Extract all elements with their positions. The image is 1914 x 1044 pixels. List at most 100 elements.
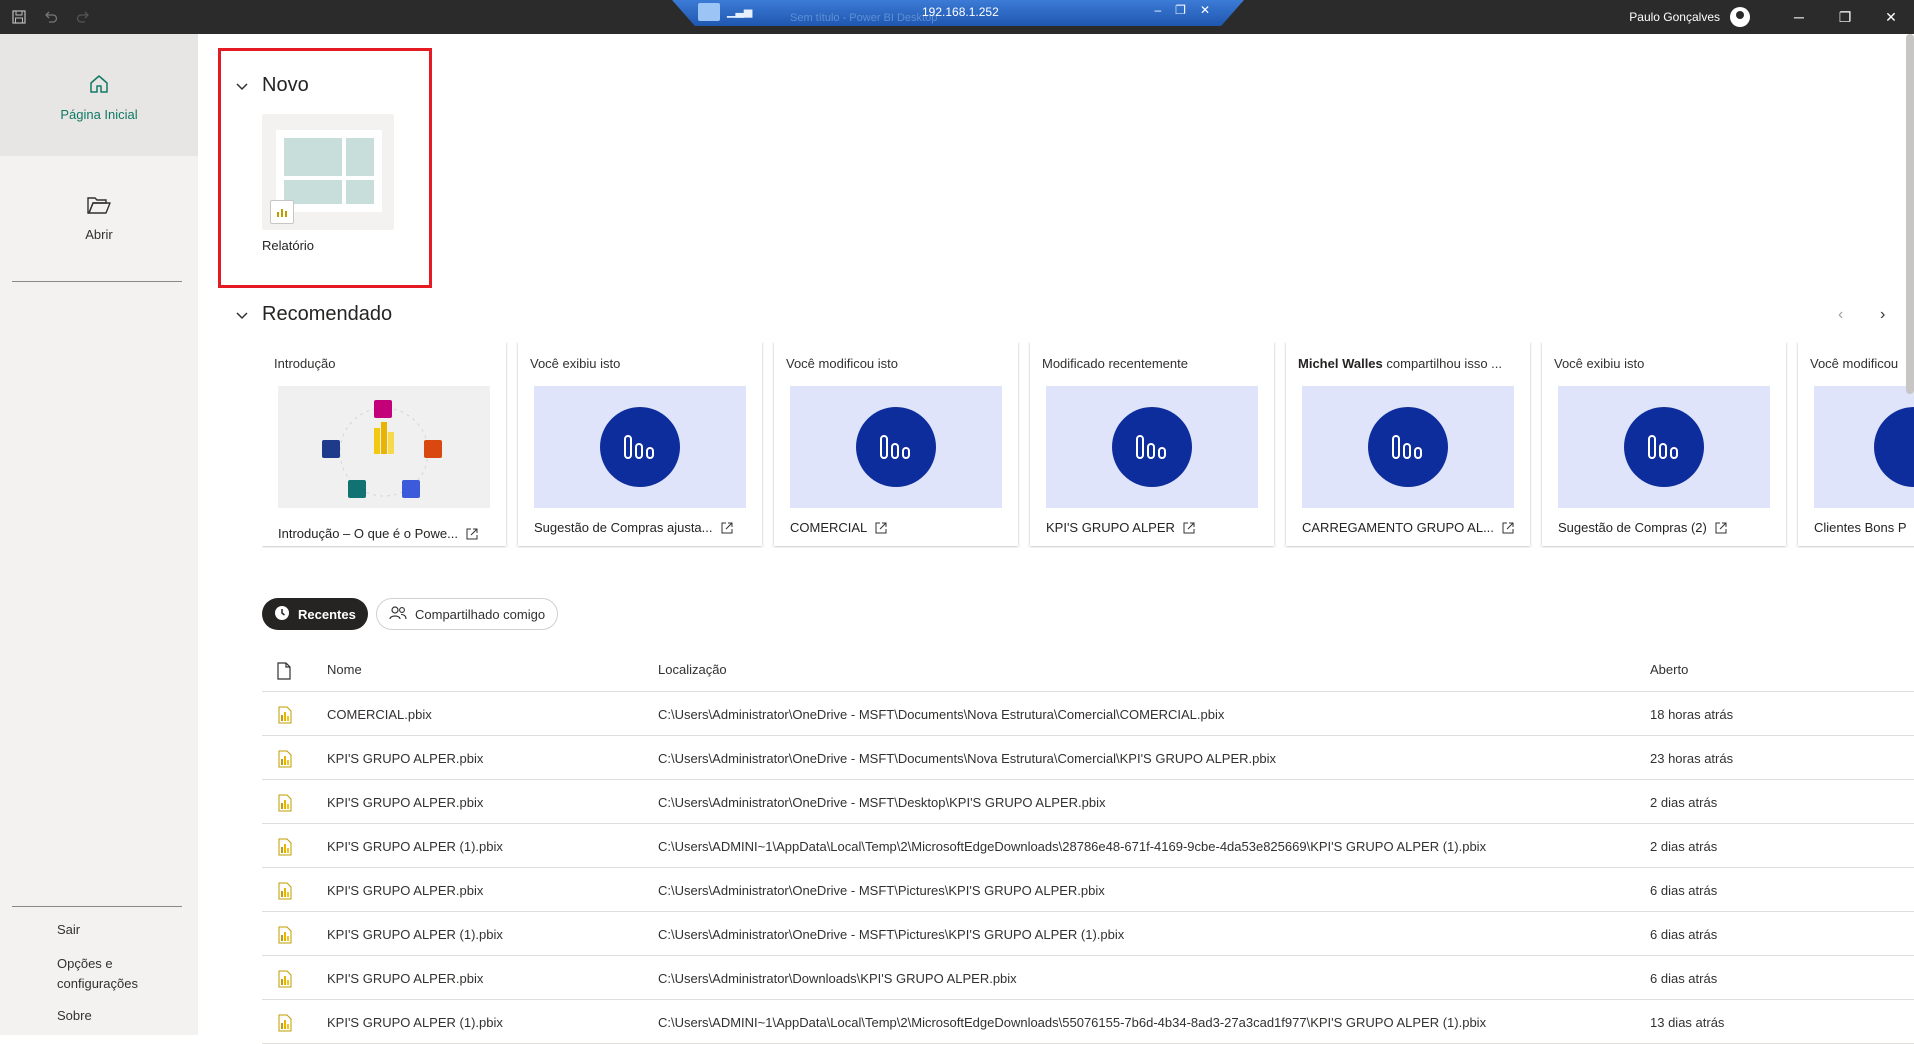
column-header-name[interactable]: Nome [327, 662, 362, 677]
file-opened-time: 6 dias atrás [1650, 927, 1718, 942]
tab-recent[interactable]: Recentes [262, 598, 368, 630]
card-heading: Michel Walles compartilhou isso ... [1298, 356, 1502, 371]
file-name[interactable]: KPI'S GRUPO ALPER (1).pbix [327, 839, 503, 854]
file-name[interactable]: KPI'S GRUPO ALPER.pbix [327, 883, 483, 898]
card-title-text: CARREGAMENTO GRUPO AL... [1302, 520, 1494, 535]
table-row[interactable]: KPI'S GRUPO ALPER (1).pbix C:\Users\ADMIN… [262, 824, 1914, 868]
remote-minimize-icon[interactable]: ‒ [1154, 3, 1161, 17]
tab-shared-with-me[interactable]: Compartilhado comigo [376, 598, 559, 630]
file-name[interactable]: KPI'S GRUPO ALPER (1).pbix [327, 1015, 503, 1030]
table-row[interactable]: KPI'S GRUPO ALPER.pbix C:\Users\Administr… [262, 736, 1914, 780]
file-name[interactable]: COMERCIAL.pbix [327, 707, 432, 722]
recommended-card[interactable]: Você modificou isto COMERCIAL [774, 342, 1018, 546]
open-external-icon[interactable] [1502, 522, 1514, 534]
home-icon [87, 72, 111, 101]
card-title: Introdução – O que é o Powe... [278, 526, 478, 541]
file-name[interactable]: KPI'S GRUPO ALPER.pbix [327, 751, 483, 766]
open-external-icon[interactable] [721, 522, 733, 534]
recommended-card[interactable]: Você exibiu isto Sugestão de Compras (2) [1542, 342, 1786, 546]
recommended-carousel: Introdução Introdução – O que é o Powe..… [262, 342, 1914, 548]
report-thumbnail [1302, 386, 1514, 508]
section-title: Novo [262, 74, 309, 96]
file-opened-time: 13 dias atrás [1650, 1015, 1725, 1030]
card-title-text: Clientes Bons P [1814, 520, 1907, 535]
sidebar-item-home[interactable]: Página Inicial [0, 34, 198, 156]
title-bar-right: Paulo Gonçalves ─ ❐ ✕ [1629, 0, 1914, 34]
sidebar-item-options[interactable]: Opções e configurações [57, 954, 138, 994]
sidebar-item-label: Abrir [85, 227, 113, 242]
recommended-section-header[interactable]: Recomendado [234, 303, 392, 326]
chevron-down-icon [234, 78, 250, 94]
recommended-card[interactable]: Você exibiu isto Sugestão de Compras aju… [518, 342, 762, 546]
file-location: C:\Users\Administrator\OneDrive - MSFT\D… [658, 795, 1106, 810]
quick-access-toolbar [10, 8, 92, 26]
scrollbar[interactable] [1906, 34, 1914, 394]
pbix-file-icon [276, 970, 294, 988]
recommended-card[interactable]: Modificado recentemente KPI'S GRUPO ALPE… [1030, 342, 1274, 546]
undo-icon[interactable] [42, 8, 60, 26]
card-heading: Você exibiu isto [1554, 356, 1645, 371]
new-report-label[interactable]: Relatório [262, 238, 314, 253]
recommended-card[interactable]: Você modificou Clientes Bons P [1798, 342, 1914, 546]
file-location: C:\Users\Administrator\OneDrive - MSFT\P… [658, 883, 1105, 898]
table-row[interactable]: KPI'S GRUPO ALPER.pbix C:\Users\Administr… [262, 956, 1914, 1000]
open-external-icon[interactable] [1183, 522, 1195, 534]
save-icon[interactable] [10, 8, 28, 26]
file-icon [276, 662, 294, 680]
title-bar: ▁▃▅ Sem título - Power BI Desktop 192.16… [0, 0, 1914, 34]
report-icon [1112, 407, 1192, 487]
report-thumbnail [534, 386, 746, 508]
file-opened-time: 6 dias atrás [1650, 883, 1718, 898]
signal-icon: ▁▃▅ [727, 6, 753, 18]
sidebar-item-open[interactable]: Abrir [0, 194, 198, 242]
new-section-header[interactable]: Novo [234, 74, 309, 97]
remote-window-title: Sem título - Power BI Desktop [790, 12, 938, 24]
carousel-prev-icon[interactable]: ‹ [1838, 306, 1843, 324]
recommended-card[interactable]: Introdução Introdução – O que é o Powe..… [262, 342, 506, 546]
file-location: C:\Users\ADMINI~1\AppData\Local\Temp\2\M… [658, 839, 1487, 854]
sidebar-item-about[interactable]: Sobre [57, 1006, 138, 1026]
table-row[interactable]: KPI'S GRUPO ALPER (1).pbix C:\Users\Admin… [262, 912, 1914, 956]
pin-icon[interactable] [698, 3, 720, 21]
file-name[interactable]: KPI'S GRUPO ALPER.pbix [327, 971, 483, 986]
section-title: Recomendado [262, 303, 393, 325]
remote-window-controls: ‒ ❐ ✕ [1154, 3, 1210, 17]
card-title: COMERCIAL [790, 520, 887, 535]
file-opened-time: 23 horas atrás [1650, 751, 1734, 766]
table-row[interactable]: KPI'S GRUPO ALPER.pbix C:\Users\Administr… [262, 868, 1914, 912]
card-title: Clientes Bons P [1814, 520, 1907, 535]
report-icon [1874, 407, 1914, 487]
card-heading: Você modificou isto [786, 356, 899, 371]
open-external-icon[interactable] [466, 528, 478, 540]
carousel-next-icon[interactable]: › [1880, 306, 1885, 324]
open-external-icon[interactable] [875, 522, 887, 534]
file-name[interactable]: KPI'S GRUPO ALPER.pbix [327, 795, 483, 810]
table-row[interactable]: KPI'S GRUPO ALPER.pbix C:\Users\Administr… [262, 780, 1914, 824]
table-header-row: Nome Localização Aberto [262, 648, 1914, 692]
table-row[interactable]: COMERCIAL.pbix C:\Users\Administrator\One… [262, 692, 1914, 736]
file-opened-time: 2 dias atrás [1650, 795, 1718, 810]
remote-close-icon[interactable]: ✕ [1200, 3, 1210, 17]
card-title-text: Introdução – O que é o Powe... [278, 526, 458, 541]
minimize-button[interactable]: ─ [1776, 0, 1822, 34]
user-avatar-icon[interactable] [1730, 7, 1750, 27]
report-icon [600, 407, 680, 487]
new-report-tile[interactable] [262, 114, 394, 230]
table-row[interactable]: KPI'S GRUPO ALPER (1).pbix C:\Users\ADMIN… [262, 1000, 1914, 1044]
restore-button[interactable]: ❐ [1822, 0, 1868, 34]
sidebar-item-exit[interactable]: Sair [57, 920, 138, 940]
column-header-opened[interactable]: Aberto [1650, 662, 1688, 677]
open-external-icon[interactable] [1715, 522, 1727, 534]
card-heading: Você modificou [1810, 356, 1899, 371]
card-title: CARREGAMENTO GRUPO AL... [1302, 520, 1514, 535]
recommended-card[interactable]: Michel Walles compartilhou isso ... CARR… [1286, 342, 1530, 546]
column-header-location[interactable]: Localização [658, 662, 727, 677]
close-button[interactable]: ✕ [1868, 0, 1914, 34]
card-title: KPI'S GRUPO ALPER [1046, 520, 1195, 535]
folder-open-icon [86, 194, 112, 221]
user-name[interactable]: Paulo Gonçalves [1629, 10, 1720, 24]
file-name[interactable]: KPI'S GRUPO ALPER (1).pbix [327, 927, 503, 942]
redo-icon[interactable] [74, 8, 92, 26]
pbix-file-icon [276, 794, 294, 812]
remote-restore-icon[interactable]: ❐ [1175, 3, 1186, 17]
